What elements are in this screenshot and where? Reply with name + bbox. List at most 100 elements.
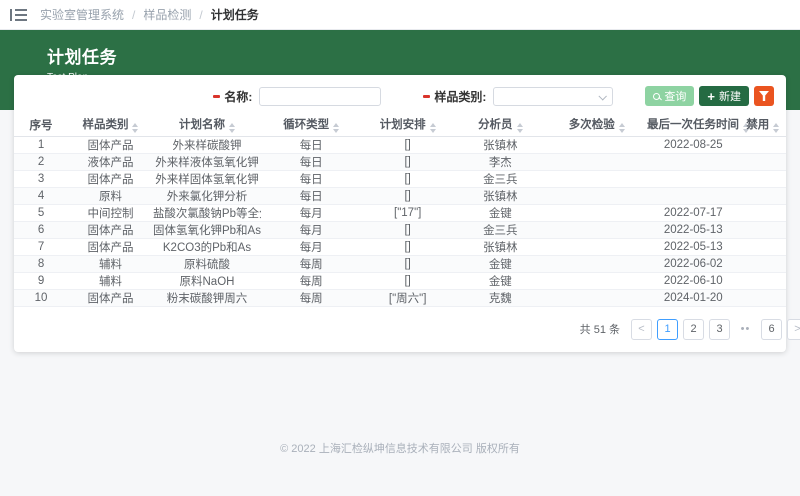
sort-icon [619,123,625,133]
cell-schedule: [] [361,238,454,255]
cell-plan-name: K2CO3的Pb和As [153,238,261,255]
cell-cycle-type: 每月 [261,221,361,238]
breadcrumb-separator: / [199,8,202,22]
table-row[interactable]: 3固体产品外来样固体氢氧化钾每日[]金三兵 [14,170,786,187]
pagination-prev-button[interactable]: < [631,319,652,340]
table-row[interactable]: 7固体产品K2CO3的Pb和As每月[]张镇林2022-05-13 [14,238,786,255]
cell-multi-check [547,153,647,170]
column-header-7[interactable]: 最后一次任务时间 [647,114,740,136]
sample-category-select[interactable] [493,87,613,106]
cell-plan-name: 原料硫酸 [153,255,261,272]
cell-index: 5 [14,204,68,221]
column-header-1[interactable]: 样品类别 [68,114,153,136]
filter-row: 名称: 样品类别: 查询 + 新建 [14,83,786,114]
cell-last-task-time: 2022-05-13 [647,221,740,238]
breadcrumb-item-2: 计划任务 [211,6,259,23]
table-row[interactable]: 8辅料原料硫酸每周[]金键2022-06-02 [14,255,786,272]
table-row[interactable]: 1固体产品外来样碳酸钾每日[]张镇林2022-08-25 [14,136,786,153]
search-icon [653,93,660,100]
cell-sample-category: 固体产品 [68,221,153,238]
column-label: 分析员 [478,119,513,131]
page-button-3[interactable]: 3 [709,319,730,340]
cell-sample-category: 中间控制 [68,204,153,221]
cell-analyst: 金键 [454,255,547,272]
cell-schedule: [] [361,187,454,204]
cell-sample-category: 固体产品 [68,170,153,187]
breadcrumb-item-0[interactable]: 实验室管理系统 [40,6,124,23]
column-header-2[interactable]: 计划名称 [153,114,261,136]
cell-schedule: ["周六"] [361,289,454,306]
cell-sample-category: 固体产品 [68,289,153,306]
cell-plan-name: 外来样碳酸钾 [153,136,261,153]
page-button-6[interactable]: 6 [761,319,782,340]
cell-multi-check [547,289,647,306]
cell-last-task-time: 2022-07-17 [647,204,740,221]
cell-schedule: [] [361,136,454,153]
plus-icon: + [707,90,715,103]
table-row[interactable]: 2液体产品外来样液体氢氧化钾每日[]李杰 [14,153,786,170]
cell-cycle-type: 每日 [261,136,361,153]
cell-last-task-time: 2024-01-20 [647,289,740,306]
sidebar-toggle-button[interactable] [10,9,27,21]
column-header-3[interactable]: 循环类型 [261,114,361,136]
cell-analyst: 李杰 [454,153,547,170]
plan-name-input[interactable] [259,87,381,106]
breadcrumb: 实验室管理系统/样品检测/计划任务 [40,6,259,23]
cell-schedule: [] [361,153,454,170]
column-header-8[interactable]: 禁用 [740,114,786,136]
breadcrumb-item-1[interactable]: 样品检测 [143,6,191,23]
cell-cycle-type: 每月 [261,204,361,221]
table-header-row: 序号 样品类别 计划名称循环类型计划安排 分析员 多次检验最后一次任务时间禁用 [14,114,786,136]
create-button[interactable]: + 新建 [699,86,749,106]
column-label: 禁用 [746,119,769,131]
cell-plan-name: 外来样液体氢氧化钾 [153,153,261,170]
page-button-2[interactable]: 2 [683,319,704,340]
required-marker-icon [213,95,220,98]
page-title: 计划任务 [47,43,800,68]
category-field-label: 样品类别: [423,88,486,105]
cell-disabled [740,204,786,221]
cell-index: 2 [14,153,68,170]
plan-table: 序号样品类别计划名称循环类型计划安排分析员多次检验最后一次任务时间禁用 1固体产… [14,114,786,307]
cell-analyst: 金三兵 [454,170,547,187]
column-label: 样品类别 [82,119,128,131]
cell-disabled [740,187,786,204]
cell-analyst: 张镇林 [454,238,547,255]
cell-analyst: 张镇林 [454,136,547,153]
filter-button[interactable] [754,86,774,106]
cell-plan-name: 盐酸次氯酸钠Pb等全分析 [153,204,261,221]
column-header-6[interactable]: 多次检验 [547,114,647,136]
column-label: 最后一次任务时间 [647,119,739,131]
cell-last-task-time: 2022-06-02 [647,255,740,272]
table-row[interactable]: 6固体产品固体氢氧化钾Pb和As每月[]金三兵2022-05-13 [14,221,786,238]
cell-multi-check [547,204,647,221]
cell-disabled [740,272,786,289]
search-button[interactable]: 查询 [645,86,694,106]
table-row[interactable]: 4原料外来氯化钾分析每日[]张镇林 [14,187,786,204]
cell-index: 1 [14,136,68,153]
required-marker-icon [423,95,430,98]
column-label: 序号 [30,120,53,132]
cell-disabled [740,170,786,187]
cell-last-task-time: 2022-05-13 [647,238,740,255]
topbar: 实验室管理系统/样品检测/计划任务 [0,0,800,30]
cell-cycle-type: 每周 [261,289,361,306]
sort-icon [132,123,138,133]
table-row[interactable]: 5中间控制盐酸次氯酸钠Pb等全分析每月["17"]金键2022-07-17 [14,204,786,221]
footer-copyright: © 2022 上海汇检纵坤信息技术有限公司 版权所有 [0,440,800,456]
pagination: 共 51 条 < 123••6 > [14,319,800,340]
cell-disabled [740,238,786,255]
cell-schedule: [] [361,221,454,238]
cell-disabled [740,289,786,306]
column-header-5[interactable]: 分析员 [454,114,547,136]
table-row[interactable]: 9辅料原料NaOH每周[]金键2022-06-10 [14,272,786,289]
sort-icon [517,123,523,133]
cell-cycle-type: 每日 [261,170,361,187]
column-header-0: 序号 [14,114,68,136]
table-row[interactable]: 10固体产品粉末碳酸钾周六每周["周六"]克魏2024-01-20 [14,289,786,306]
cell-analyst: 张镇林 [454,187,547,204]
page-button-1[interactable]: 1 [657,319,678,340]
column-header-4[interactable]: 计划安排 [361,114,454,136]
pagination-next-button[interactable]: > [787,319,800,340]
cell-index: 8 [14,255,68,272]
